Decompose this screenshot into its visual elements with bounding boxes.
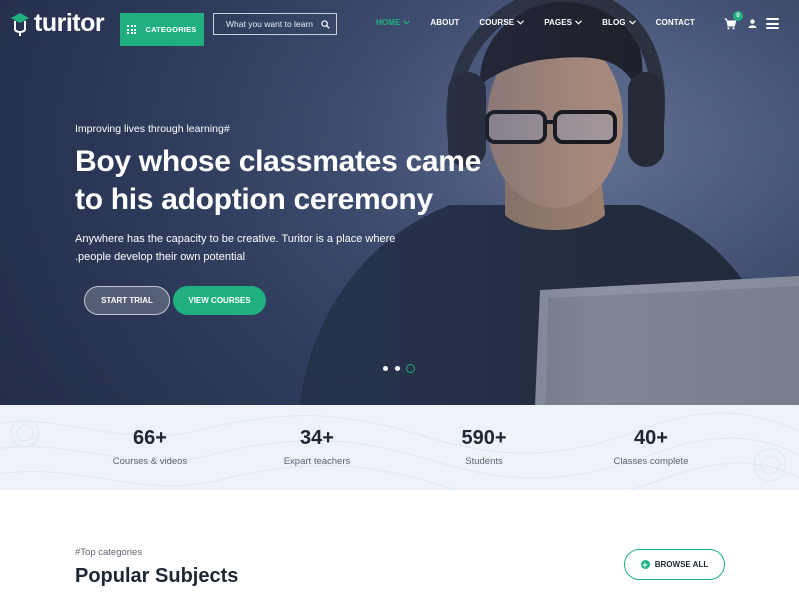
categories-label: CATEGORIES bbox=[145, 25, 197, 34]
start-trial-button[interactable]: START TRIAL bbox=[84, 286, 170, 315]
slider-pagination bbox=[383, 364, 415, 373]
hero-headline: Boy whose classmates came to his adoptio… bbox=[75, 145, 482, 216]
view-courses-button[interactable]: VIEW COURSES bbox=[173, 286, 266, 315]
stat-item: 34+ Expart teachers bbox=[237, 427, 397, 467]
hero-eyebrow: Improving lives through learning# bbox=[75, 123, 230, 135]
hamburger-menu-icon[interactable] bbox=[766, 18, 779, 29]
nav-about[interactable]: ABOUT bbox=[430, 18, 459, 27]
nav-about-label: ABOUT bbox=[430, 18, 460, 27]
stat-item: 40+ Classes complete bbox=[571, 427, 731, 467]
chevron-down-icon bbox=[628, 20, 636, 25]
graduation-cap-icon bbox=[11, 12, 29, 36]
browse-all-button[interactable]: BROWSE ALL bbox=[624, 549, 725, 580]
slider-dot-active[interactable] bbox=[406, 364, 415, 373]
nav-course[interactable]: COURSE bbox=[479, 18, 525, 27]
section-title: Popular Subjects bbox=[75, 565, 239, 587]
nav-pages[interactable]: PAGES bbox=[544, 18, 583, 27]
stat-value: 590+ bbox=[461, 427, 507, 449]
slider-dot[interactable] bbox=[383, 366, 388, 371]
stats-bar: 66+ Courses & videos 34+ Expart teachers… bbox=[0, 405, 799, 490]
main-nav: HOME ABOUT COURSE PAGES BLOG CONTACT bbox=[376, 18, 715, 27]
nav-course-label: COURSE bbox=[479, 18, 515, 27]
browse-all-label: BROWSE ALL bbox=[654, 560, 709, 569]
search-input[interactable] bbox=[226, 19, 321, 29]
stat-label: Courses & videos bbox=[112, 456, 188, 467]
stat-label: Classes complete bbox=[613, 456, 689, 467]
brand-name: turitor bbox=[34, 9, 105, 37]
stat-label: Students bbox=[465, 456, 503, 467]
search-icon[interactable] bbox=[321, 19, 330, 29]
slider-dot[interactable] bbox=[395, 366, 400, 371]
grid-icon bbox=[127, 25, 137, 34]
nav-home-label: HOME bbox=[376, 18, 401, 27]
nav-contact[interactable]: CONTACT bbox=[656, 18, 695, 27]
stat-item: 590+ Students bbox=[404, 427, 564, 467]
nav-blog-label: BLOG bbox=[602, 18, 626, 27]
categories-button[interactable]: CATEGORIES bbox=[120, 13, 204, 46]
nav-pages-label: PAGES bbox=[544, 18, 573, 27]
stat-value: 40+ bbox=[634, 427, 668, 449]
chevron-down-icon bbox=[403, 20, 411, 25]
stat-label: Expart teachers bbox=[283, 456, 351, 467]
chevron-down-icon bbox=[517, 20, 525, 25]
user-icon[interactable] bbox=[748, 19, 757, 28]
brand-logo[interactable]: turitor bbox=[10, 9, 105, 38]
stat-value: 34+ bbox=[300, 427, 334, 449]
section-eyebrow: #Top categories bbox=[75, 547, 143, 558]
nav-contact-label: CONTACT bbox=[655, 18, 695, 27]
stat-value: 66+ bbox=[133, 427, 167, 449]
nav-blog[interactable]: BLOG bbox=[602, 18, 636, 27]
cart-count-badge: 0 bbox=[733, 11, 743, 21]
search-box bbox=[213, 13, 337, 35]
nav-home[interactable]: HOME bbox=[376, 18, 411, 27]
stat-item: 66+ Courses & videos bbox=[70, 427, 230, 467]
plus-circle-icon bbox=[640, 560, 650, 569]
chevron-down-icon bbox=[575, 20, 583, 25]
hero-description: Anywhere has the capacity to be creative… bbox=[75, 233, 396, 263]
